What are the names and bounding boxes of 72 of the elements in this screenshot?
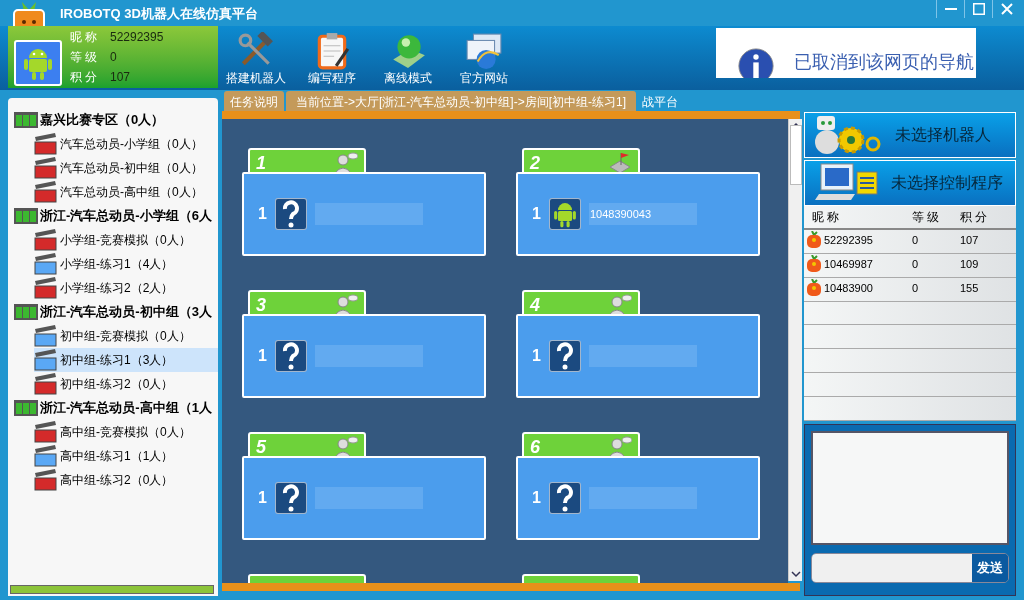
room-number: 6 [530,435,540,459]
vertical-scrollbar[interactable] [788,119,802,581]
toolbar-button[interactable]: 离线模式 [374,28,442,86]
window-title: IROBOTQ 3D机器人在线仿真平台 [60,5,258,23]
close-icon [1000,3,1013,15]
table-cell-text: 10483900 [824,280,873,296]
column-header: 积 分 [960,208,989,226]
group-label: 嘉兴比赛专区（0人） [40,111,165,130]
room-list-item[interactable]: 汽车总动员-小学组（0人） [34,132,218,156]
room-list-item[interactable]: 小学组-练习2（2人） [34,276,218,300]
table-cell-text: 0 [912,232,919,248]
room-list-item[interactable]: 高中组-竞赛模拟（0人） [34,420,218,444]
room-list-item[interactable]: 初中组-练习2（0人） [34,372,218,396]
room-list-item[interactable]: 汽车总动员-初中组（0人） [34,156,218,180]
room-list-item[interactable]: 高中组-练习1（1人） [34,444,218,468]
slot-number: 1 [258,204,267,224]
film-reel-icon [14,111,38,129]
field-value: 107 [110,69,131,86]
maximize-icon [972,3,985,15]
table-cell-text: 0 [912,280,919,296]
slot-number: 1 [532,488,541,508]
scroll-down-icon [790,569,801,579]
field-value: 52292395 [110,29,164,46]
minimize-icon [944,8,957,10]
horizontal-scrollbar[interactable] [10,585,214,594]
toolbar-button[interactable]: 编写程序 [298,28,366,86]
fruit-icon [806,278,822,297]
tab[interactable]: 战平台 [636,91,684,112]
scrollbar-thumb[interactable] [789,125,802,185]
table-cell-text: 109 [960,256,979,272]
table-cell-text: 10469987 [824,256,873,272]
table-cell-text: 0 [912,256,919,272]
slot-number: 1 [258,488,267,508]
room-list-item[interactable]: 高中组-练习2（0人） [34,468,218,492]
toolbar-button[interactable]: 官方网站 [450,28,518,86]
film-reel-icon [14,399,38,417]
room-list-item[interactable]: 汽车总动员-高中组（0人） [34,180,218,204]
fruit-icon [806,254,822,273]
fruit-icon [806,230,822,249]
toolbar-button[interactable]: 搭建机器人 [222,28,290,86]
room-number: 2 [530,151,540,175]
slot-number: 1 [532,346,541,366]
field-label: 等 级 [70,49,99,66]
field-label: 积 分 [70,69,99,86]
select-program-button[interactable]: 未选择控制程序 [804,160,1016,206]
room-number: 5 [256,435,266,459]
field-label: 昵 称 [70,29,99,46]
room-number: 4 [530,293,540,317]
table-cell-text: 155 [960,280,979,296]
slot-number: 1 [532,204,541,224]
room-number: 3 [256,293,266,317]
select-robot-button[interactable]: 未选择机器人 [804,112,1016,158]
website-icon [465,32,503,70]
slot-number: 1 [258,346,267,366]
film-reel-icon [14,207,38,225]
room-list-item[interactable]: 初中组-练习1（3人） [34,348,218,372]
column-header: 昵 称 [811,208,841,226]
room-list-item[interactable]: 小学组-竞赛模拟（0人） [34,228,218,252]
room-list-item[interactable]: 初中组-竞赛模拟（0人） [34,324,218,348]
player-name-field: 1048390043 [588,203,697,225]
column-header: 等 级 [911,208,941,226]
room-list-item[interactable]: 小学组-练习1（4人） [34,252,218,276]
field-value: 0 [110,49,117,66]
group-label: 浙江-汽车总动员-高中组（1人 [40,399,212,418]
banner-text: 已取消到该网页的导航 [794,51,974,74]
group-label: 浙江-汽车总动员-初中组（3人 [40,303,212,322]
table-cell-text: 52292395 [824,232,873,248]
film-reel-icon [14,303,38,321]
group-label: 浙江-汽车总动员-小学组（6人 [40,207,212,226]
breadcrumb: 当前位置->大厅[浙江-汽车总动员-初中组]->房间[初中组-练习1] [286,91,636,112]
room-number: 1 [256,151,266,175]
table-cell-text: 107 [960,232,979,248]
